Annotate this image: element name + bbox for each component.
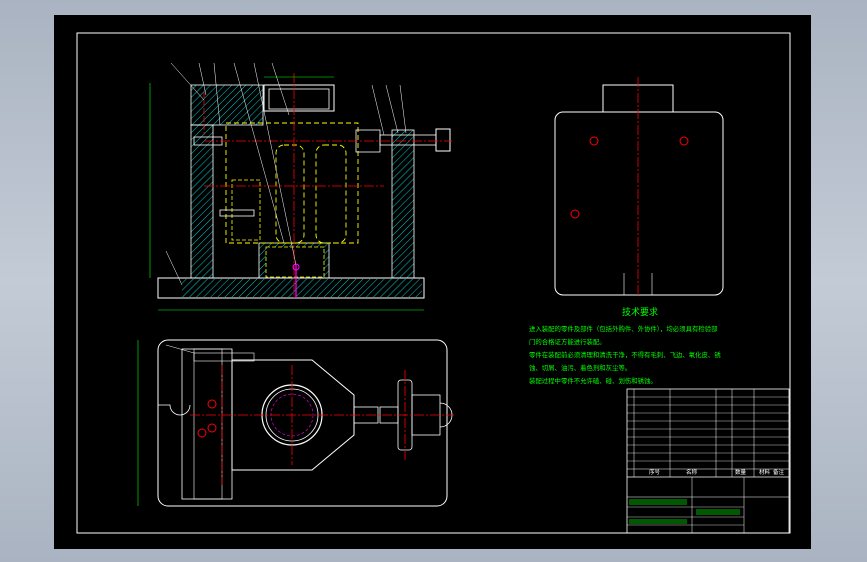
front-view (149, 62, 452, 311)
tech-line-2: 门的合格证方能进行装配。 (529, 337, 606, 346)
cad-model-space[interactable]: 技术要求 进入装配的零件及部件（包括外购件、外协件），均必须具有检验部 门的合格… (54, 15, 811, 549)
drawing-sheet: 技术要求 进入装配的零件及部件（包括外购件、外协件），均必须具有检验部 门的合格… (76, 32, 791, 534)
tech-line-1: 进入装配的零件及部件（包括外购件、外协件），均必须具有检验部 (529, 324, 718, 333)
tech-line-3: 零件在装配前必须清理和清洗干净，不得有毛刺、飞边、氧化皮、锈 (529, 350, 721, 359)
plan-view (137, 339, 454, 507)
header-qty: 数量 (735, 468, 747, 476)
tech-title: 技术要求 (622, 306, 658, 318)
header-remark: 备注 (773, 468, 785, 476)
side-view (554, 77, 724, 297)
parts-list: 序号 名称 数量 材料 备注 (626, 388, 790, 534)
technical-requirements: 技术要求 进入装配的零件及部件（包括外购件、外协件），均必须具有检验部 门的合格… (529, 306, 721, 385)
header-name: 名称 (686, 468, 698, 476)
header-no: 序号 (649, 468, 661, 476)
header-material: 材料 (759, 468, 771, 476)
tech-line-4: 蚀、切屑、油污、着色剂和灰尘等。 (529, 363, 631, 372)
tech-line-5: 装配过程中零件不允许磕、碰、划伤和锈蚀。 (529, 376, 657, 385)
